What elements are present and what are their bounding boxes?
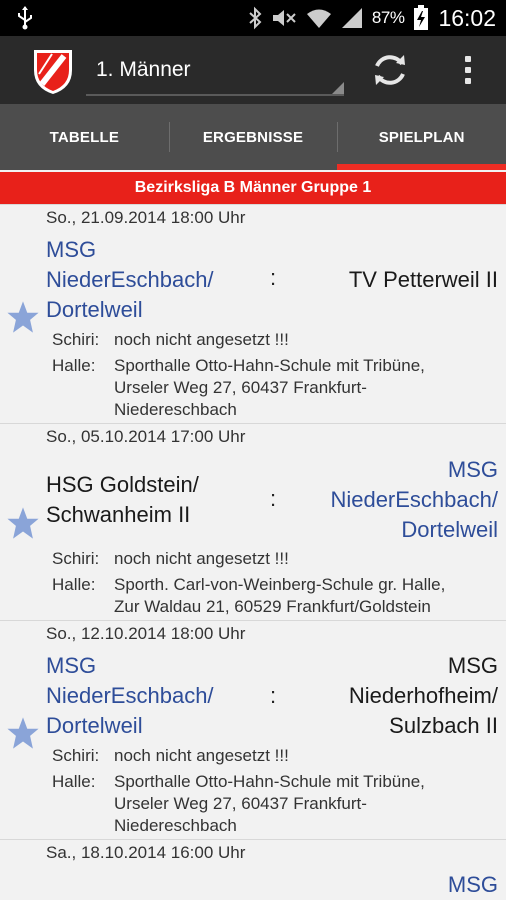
signal-icon [341, 8, 362, 28]
hall-label: Halle: [52, 575, 96, 594]
away-team: MSG [447, 872, 498, 897]
status-bar: 87% 16:02 [0, 0, 506, 36]
referee-label: Schiri: [52, 746, 100, 765]
referee-row: Schiri: noch nicht angesetzt !!! [52, 548, 498, 570]
tab-bar: TABELLE ERGEBNISSE SPIELPLAN [0, 104, 506, 170]
battery-icon [414, 5, 429, 30]
league-header: Bezirksliga B Männer Gruppe 1 [0, 172, 506, 204]
score-separator: : [270, 486, 277, 511]
usb-icon [18, 6, 32, 30]
team-selector-dropdown[interactable]: 1. Männer [86, 46, 344, 96]
dropdown-caret-icon [332, 82, 344, 94]
home-team: MSG NiederEschbach/ Dortelweil [46, 653, 214, 738]
referee-label: Schiri: [52, 330, 100, 349]
hall-label: Halle: [52, 772, 96, 791]
hall-value: Sporthalle Otto-Hahn-Schule mit Tribüne,… [114, 772, 425, 835]
favorite-star-icon[interactable] [6, 716, 40, 750]
referee-value: noch nicht angesetzt !!! [114, 330, 289, 349]
referee-label: Schiri: [52, 549, 100, 568]
favorite-star-icon[interactable] [6, 506, 40, 540]
favorite-star-icon[interactable] [6, 300, 40, 334]
action-bar: 1. Männer [0, 36, 506, 104]
team-selector-label: 1. Männer [96, 58, 191, 81]
referee-row: Schiri: noch nicht angesetzt !!! [52, 329, 498, 351]
hall-label: Halle: [52, 356, 96, 375]
hall-row: Halle: Sporth. Carl-von-Weinberg-Schule … [52, 574, 498, 618]
tab-spielplan[interactable]: SPIELPLAN [337, 104, 506, 170]
referee-value: noch nicht angesetzt !!! [114, 746, 289, 765]
score-separator: : [270, 683, 277, 708]
battery-percentage: 87% [371, 8, 405, 27]
match-date: So., 12.10.2014 18:00 Uhr [46, 624, 246, 643]
bluetooth-icon [249, 6, 262, 30]
away-team: TV Petterweil II [348, 267, 498, 292]
referee-value: noch nicht angesetzt !!! [114, 549, 289, 568]
match-date: So., 05.10.2014 17:00 Uhr [46, 427, 246, 446]
home-team: HSG Goldstein/ Schwanheim II [46, 472, 199, 527]
match-item[interactable]: So., 21.09.2014 18:00 Uhr MSG NiederEsch… [0, 204, 506, 423]
away-team: MSG Niederhofheim/ Sulzbach II [348, 653, 498, 738]
match-date: So., 21.09.2014 18:00 Uhr [46, 208, 246, 227]
match-item[interactable]: So., 12.10.2014 18:00 Uhr MSG NiederEsch… [0, 620, 506, 839]
mute-icon [272, 10, 296, 26]
wifi-icon [306, 9, 331, 28]
referee-row: Schiri: noch nicht angesetzt !!! [52, 745, 498, 767]
hall-row: Halle: Sporthalle Otto-Hahn-Schule mit T… [52, 355, 498, 421]
match-date: Sa., 18.10.2014 16:00 Uhr [46, 843, 246, 862]
match-list[interactable]: So., 21.09.2014 18:00 Uhr MSG NiederEsch… [0, 204, 506, 900]
clock: 16:02 [438, 4, 496, 31]
away-team: MSG NiederEschbach/ Dortelweil [330, 457, 498, 542]
overflow-menu-icon[interactable] [456, 50, 480, 90]
hall-value: Sporthalle Otto-Hahn-Schule mit Tribüne,… [114, 356, 425, 419]
score-separator: : [270, 265, 277, 290]
home-team: MSG NiederEschbach/ Dortelweil [46, 237, 214, 322]
tab-tabelle[interactable]: TABELLE [0, 104, 169, 170]
hall-row: Halle: Sporthalle Otto-Hahn-Schule mit T… [52, 771, 498, 837]
match-item[interactable]: Sa., 18.10.2014 16:00 Uhr MSG [0, 839, 506, 900]
tab-ergebnisse[interactable]: ERGEBNISSE [168, 104, 338, 170]
hall-value: Sporth. Carl-von-Weinberg-Schule gr. Hal… [114, 575, 446, 616]
match-item[interactable]: So., 05.10.2014 17:00 Uhr HSG Goldstein/… [0, 423, 506, 620]
club-logo-icon[interactable] [30, 44, 76, 96]
refresh-icon[interactable] [370, 50, 410, 90]
